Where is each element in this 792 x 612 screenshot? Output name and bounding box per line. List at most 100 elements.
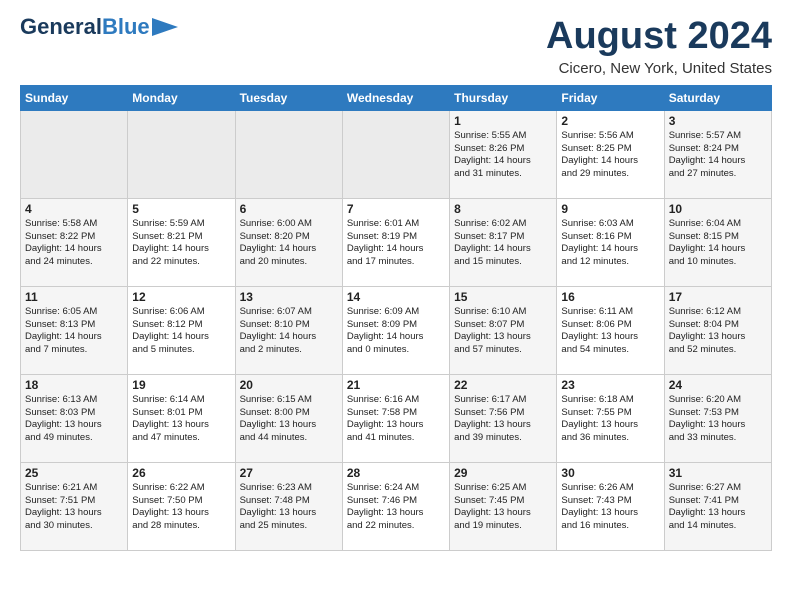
day-number: 21 xyxy=(347,378,445,392)
calendar-cell: 16Sunrise: 6:11 AM Sunset: 8:06 PM Dayli… xyxy=(557,286,664,374)
day-number: 16 xyxy=(561,290,659,304)
cell-info: Sunrise: 6:09 AM Sunset: 8:09 PM Dayligh… xyxy=(347,306,445,357)
cell-info: Sunrise: 5:56 AM Sunset: 8:25 PM Dayligh… xyxy=(561,130,659,181)
day-number: 29 xyxy=(454,466,552,480)
day-number: 1 xyxy=(454,114,552,128)
cell-info: Sunrise: 6:12 AM Sunset: 8:04 PM Dayligh… xyxy=(669,306,767,357)
calendar-cell: 1 Sunrise: 5:55 AM Sunset: 8:26 PM Daylig… xyxy=(450,110,557,198)
calendar-week-row: 18 Sunrise: 6:13 AM Sunset: 8:03 PM Dayli… xyxy=(21,374,772,462)
title-area: August 2024 Cicero, New York, United Sta… xyxy=(546,16,772,77)
cell-info: Sunrise: 6:06 AM Sunset: 8:12 PM Dayligh… xyxy=(132,306,230,357)
calendar-cell: 30 Sunrise: 6:26 AM Sunset: 7:43 PM Dayli… xyxy=(557,462,664,550)
weekday-header: Sunday xyxy=(21,85,128,110)
weekday-header: Saturday xyxy=(664,85,771,110)
weekday-header: Monday xyxy=(128,85,235,110)
day-number: 12 xyxy=(132,290,230,304)
cell-info: Sunrise: 6:26 AM Sunset: 7:43 PM Dayligh… xyxy=(561,482,659,533)
cell-info: Sunrise: 6:25 AM Sunset: 7:45 PM Dayligh… xyxy=(454,482,552,533)
calendar-cell: 19 Sunrise: 6:14 AM Sunset: 8:01 PM Dayli… xyxy=(128,374,235,462)
calendar-week-row: 4Sunrise: 5:58 AM Sunset: 8:22 PM Daylig… xyxy=(21,198,772,286)
logo-arrow-icon xyxy=(152,18,178,36)
day-number: 27 xyxy=(240,466,338,480)
calendar-cell xyxy=(21,110,128,198)
calendar-cell: 2 Sunrise: 5:56 AM Sunset: 8:25 PM Daylig… xyxy=(557,110,664,198)
calendar-cell: 6 Sunrise: 6:00 AM Sunset: 8:20 PM Daylig… xyxy=(235,198,342,286)
cell-info: Sunrise: 6:18 AM Sunset: 7:55 PM Dayligh… xyxy=(561,394,659,445)
calendar-cell: 23 Sunrise: 6:18 AM Sunset: 7:55 PM Dayli… xyxy=(557,374,664,462)
calendar-cell: 7 Sunrise: 6:01 AM Sunset: 8:19 PM Daylig… xyxy=(342,198,449,286)
logo: GeneralBlue xyxy=(20,16,178,38)
calendar-cell: 9 Sunrise: 6:03 AM Sunset: 8:16 PM Daylig… xyxy=(557,198,664,286)
cell-info: Sunrise: 6:24 AM Sunset: 7:46 PM Dayligh… xyxy=(347,482,445,533)
cell-info: Sunrise: 5:55 AM Sunset: 8:26 PM Dayligh… xyxy=(454,130,552,181)
calendar-cell: 4Sunrise: 5:58 AM Sunset: 8:22 PM Daylig… xyxy=(21,198,128,286)
calendar-cell: 28 Sunrise: 6:24 AM Sunset: 7:46 PM Dayli… xyxy=(342,462,449,550)
day-number: 30 xyxy=(561,466,659,480)
day-number: 26 xyxy=(132,466,230,480)
day-number: 22 xyxy=(454,378,552,392)
calendar-cell: 27 Sunrise: 6:23 AM Sunset: 7:48 PM Dayli… xyxy=(235,462,342,550)
day-number: 28 xyxy=(347,466,445,480)
cell-info: Sunrise: 6:13 AM Sunset: 8:03 PM Dayligh… xyxy=(25,394,123,445)
calendar-cell: 8 Sunrise: 6:02 AM Sunset: 8:17 PM Daylig… xyxy=(450,198,557,286)
location: Cicero, New York, United States xyxy=(546,60,772,77)
weekday-header: Tuesday xyxy=(235,85,342,110)
calendar-body: 1 Sunrise: 5:55 AM Sunset: 8:26 PM Daylig… xyxy=(21,110,772,550)
day-number: 23 xyxy=(561,378,659,392)
day-number: 18 xyxy=(25,378,123,392)
cell-info: Sunrise: 6:01 AM Sunset: 8:19 PM Dayligh… xyxy=(347,218,445,269)
cell-info: Sunrise: 6:23 AM Sunset: 7:48 PM Dayligh… xyxy=(240,482,338,533)
cell-info: Sunrise: 6:00 AM Sunset: 8:20 PM Dayligh… xyxy=(240,218,338,269)
day-number: 2 xyxy=(561,114,659,128)
cell-info: Sunrise: 6:22 AM Sunset: 7:50 PM Dayligh… xyxy=(132,482,230,533)
day-number: 13 xyxy=(240,290,338,304)
header: GeneralBlue August 2024 Cicero, New York… xyxy=(20,16,772,77)
calendar-cell: 20Sunrise: 6:15 AM Sunset: 8:00 PM Dayli… xyxy=(235,374,342,462)
calendar-cell: 29 Sunrise: 6:25 AM Sunset: 7:45 PM Dayli… xyxy=(450,462,557,550)
day-number: 19 xyxy=(132,378,230,392)
calendar-cell xyxy=(342,110,449,198)
cell-info: Sunrise: 6:07 AM Sunset: 8:10 PM Dayligh… xyxy=(240,306,338,357)
day-number: 8 xyxy=(454,202,552,216)
calendar-week-row: 11 Sunrise: 6:05 AM Sunset: 8:13 PM Dayli… xyxy=(21,286,772,374)
day-number: 3 xyxy=(669,114,767,128)
calendar-week-row: 25Sunrise: 6:21 AM Sunset: 7:51 PM Dayli… xyxy=(21,462,772,550)
calendar-cell: 18 Sunrise: 6:13 AM Sunset: 8:03 PM Dayli… xyxy=(21,374,128,462)
weekday-header: Thursday xyxy=(450,85,557,110)
calendar-cell: 5Sunrise: 5:59 AM Sunset: 8:21 PM Daylig… xyxy=(128,198,235,286)
cell-info: Sunrise: 6:14 AM Sunset: 8:01 PM Dayligh… xyxy=(132,394,230,445)
cell-info: Sunrise: 6:03 AM Sunset: 8:16 PM Dayligh… xyxy=(561,218,659,269)
calendar-cell xyxy=(128,110,235,198)
day-number: 17 xyxy=(669,290,767,304)
day-number: 10 xyxy=(669,202,767,216)
day-number: 4 xyxy=(25,202,123,216)
cell-info: Sunrise: 6:27 AM Sunset: 7:41 PM Dayligh… xyxy=(669,482,767,533)
cell-info: Sunrise: 5:57 AM Sunset: 8:24 PM Dayligh… xyxy=(669,130,767,181)
calendar-table: SundayMondayTuesdayWednesdayThursdayFrid… xyxy=(20,85,772,551)
weekday-header: Wednesday xyxy=(342,85,449,110)
day-number: 9 xyxy=(561,202,659,216)
day-number: 20 xyxy=(240,378,338,392)
weekday-header: Friday xyxy=(557,85,664,110)
logo-text: GeneralBlue xyxy=(20,16,150,38)
cell-info: Sunrise: 6:21 AM Sunset: 7:51 PM Dayligh… xyxy=(25,482,123,533)
day-number: 7 xyxy=(347,202,445,216)
calendar-week-row: 1 Sunrise: 5:55 AM Sunset: 8:26 PM Daylig… xyxy=(21,110,772,198)
calendar-cell: 17 Sunrise: 6:12 AM Sunset: 8:04 PM Dayli… xyxy=(664,286,771,374)
day-number: 11 xyxy=(25,290,123,304)
calendar-cell: 10 Sunrise: 6:04 AM Sunset: 8:15 PM Dayli… xyxy=(664,198,771,286)
calendar-cell: 24Sunrise: 6:20 AM Sunset: 7:53 PM Dayli… xyxy=(664,374,771,462)
calendar-cell: 15Sunrise: 6:10 AM Sunset: 8:07 PM Dayli… xyxy=(450,286,557,374)
cell-info: Sunrise: 6:17 AM Sunset: 7:56 PM Dayligh… xyxy=(454,394,552,445)
calendar-header-row: SundayMondayTuesdayWednesdayThursdayFrid… xyxy=(21,85,772,110)
cell-info: Sunrise: 6:05 AM Sunset: 8:13 PM Dayligh… xyxy=(25,306,123,357)
calendar-cell: 11 Sunrise: 6:05 AM Sunset: 8:13 PM Dayli… xyxy=(21,286,128,374)
cell-info: Sunrise: 6:02 AM Sunset: 8:17 PM Dayligh… xyxy=(454,218,552,269)
cell-info: Sunrise: 6:10 AM Sunset: 8:07 PM Dayligh… xyxy=(454,306,552,357)
calendar-cell: 25Sunrise: 6:21 AM Sunset: 7:51 PM Dayli… xyxy=(21,462,128,550)
day-number: 6 xyxy=(240,202,338,216)
day-number: 5 xyxy=(132,202,230,216)
cell-info: Sunrise: 6:04 AM Sunset: 8:15 PM Dayligh… xyxy=(669,218,767,269)
day-number: 14 xyxy=(347,290,445,304)
cell-info: Sunrise: 6:16 AM Sunset: 7:58 PM Dayligh… xyxy=(347,394,445,445)
